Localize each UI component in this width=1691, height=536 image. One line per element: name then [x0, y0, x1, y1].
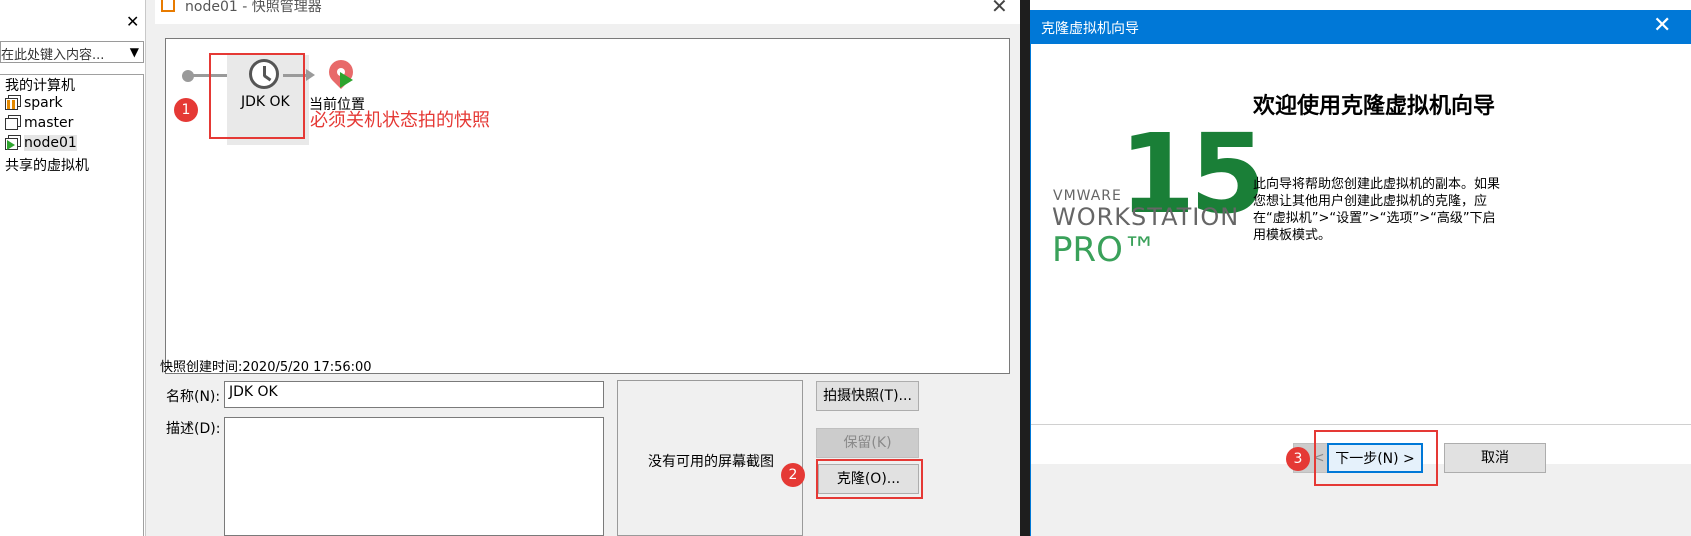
screenshot-preview: 没有可用的屏幕截图	[617, 380, 803, 536]
close-icon[interactable]: ✕	[991, 0, 1008, 18]
vmware-app-icon	[161, 0, 175, 12]
panel-separator	[145, 0, 155, 536]
snapshot-created-time: 快照创建时间:2020/5/20 17:56:00	[160, 360, 372, 375]
tree-item-label: 共享的虚拟机	[5, 158, 89, 174]
vm-icon	[5, 115, 21, 130]
annotation-badge-3: 3	[1286, 447, 1310, 471]
brand-workstation: WORKSTATION	[1052, 203, 1240, 231]
library-tree: 我的计算机 spark master node01 共享的虚拟机	[0, 74, 144, 536]
tree-item-master[interactable]: master	[5, 115, 73, 135]
tree-item-spark[interactable]: spark	[5, 95, 63, 115]
wizard-divider	[1031, 424, 1691, 425]
annotation-badge-2: 2	[781, 463, 805, 487]
library-search-placeholder: 在此处键入内容...	[1, 48, 105, 63]
take-snapshot-button[interactable]: 拍摄快照(T)...	[816, 381, 919, 411]
vm-running-icon	[5, 135, 21, 150]
brand-vmware: VMWARE	[1053, 188, 1122, 204]
cancel-button[interactable]: 取消	[1444, 443, 1546, 473]
description-label: 描述(D):	[166, 421, 221, 437]
library-panel: ✕ 在此处键入内容... ▼ 我的计算机 spark master node01…	[0, 0, 145, 536]
tree-item-shared-vms[interactable]: 共享的虚拟机	[5, 155, 89, 175]
wizard-description: 此向导将帮助您创建此虚拟机的副本。如果您想让其他用户创建此虚拟机的克隆，应在“虚…	[1253, 177, 1501, 243]
tree-item-node01[interactable]: node01	[5, 135, 77, 155]
tree-item-label: node01	[24, 135, 77, 151]
library-search-input[interactable]: 在此处键入内容... ▼	[0, 41, 144, 63]
name-label: 名称(N):	[166, 389, 221, 405]
tree-item-my-computer[interactable]: 我的计算机	[5, 75, 75, 95]
annotation-box-1	[209, 53, 305, 139]
tree-item-label: master	[24, 115, 74, 131]
close-icon[interactable]: ✕	[1653, 13, 1671, 38]
brand-pro: PRO™	[1052, 230, 1157, 270]
wizard-title: 克隆虚拟机向导	[1041, 21, 1139, 37]
annotation-badge-1: 1	[174, 98, 198, 122]
play-icon	[340, 72, 353, 88]
wizard-heading: 欢迎使用克隆虚拟机向导	[1253, 93, 1496, 119]
clone-wizard-window: 克隆虚拟机向导 ✕ 15 VMWARE WORKSTATION PRO™ 欢迎使…	[1030, 10, 1691, 536]
name-field[interactable]: JDK OK	[224, 381, 604, 408]
keep-button[interactable]: 保留(K)	[816, 428, 919, 458]
library-close-icon[interactable]: ✕	[126, 12, 139, 31]
no-screenshot-text: 没有可用的屏幕截图	[648, 454, 774, 470]
chevron-down-icon[interactable]: ▼	[130, 45, 139, 59]
annotation-box-2	[816, 459, 923, 499]
snapshot-manager-window: node01 - 快照管理器 ✕ JDK OK 当前位置 1 必须关机状态拍的快…	[155, 0, 1020, 536]
annotation-note: 必须关机状态拍的快照	[310, 110, 490, 131]
tree-item-label: 我的计算机	[5, 78, 75, 94]
description-field[interactable]	[224, 417, 604, 536]
desktop-gap	[1020, 0, 1030, 536]
vm-paused-icon	[5, 95, 21, 110]
tree-item-label: spark	[24, 95, 63, 111]
window-title: node01 - 快照管理器	[185, 0, 322, 15]
annotation-box-3	[1314, 430, 1438, 486]
timeline-arrow-icon	[306, 69, 315, 81]
